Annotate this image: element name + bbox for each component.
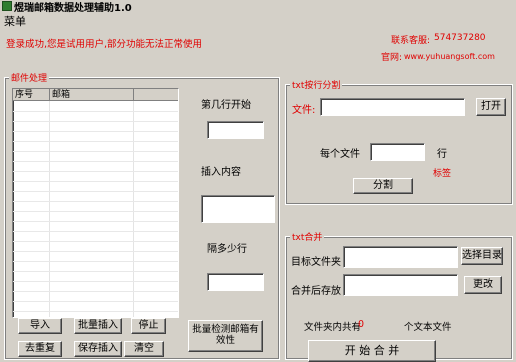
contact-qq: 574737280 bbox=[434, 33, 486, 43]
batch-detect-button[interactable]: 批量检测邮箱有效性 bbox=[188, 320, 263, 352]
mail-panel-title: 邮件处理 bbox=[9, 71, 50, 84]
tag-label: 标签 bbox=[433, 169, 452, 179]
folder-total-label: 文件夹内共有 bbox=[304, 322, 362, 333]
window-title: 煜瑞邮箱数据处理辅助1.0 bbox=[14, 3, 132, 14]
column-email[interactable]: 邮箱 bbox=[50, 89, 134, 100]
menu-main[interactable]: 菜单 bbox=[4, 13, 26, 29]
lines-unit-label: 行 bbox=[437, 149, 447, 160]
contact-label: 联系客服: bbox=[391, 36, 431, 46]
batch-insert-button[interactable]: 批量插入 bbox=[74, 318, 122, 334]
column-extra[interactable] bbox=[134, 89, 178, 100]
website-label: 官网: bbox=[381, 53, 403, 63]
target-folder-label: 目标文件夹 bbox=[291, 257, 341, 268]
text-files-label: 个文本文件 bbox=[404, 322, 452, 333]
merge-panel-title: txt合并 bbox=[290, 230, 325, 243]
target-folder-input[interactable] bbox=[343, 246, 458, 268]
dedupe-button[interactable]: 去重复 bbox=[18, 341, 62, 357]
insert-content-input[interactable] bbox=[201, 195, 275, 223]
stop-button[interactable]: 停止 bbox=[131, 318, 166, 334]
open-file-button[interactable]: 打开 bbox=[476, 98, 506, 116]
save-after-merge-label: 合并后存放 bbox=[291, 286, 341, 297]
insert-content-label: 插入内容 bbox=[201, 167, 241, 178]
app-icon bbox=[2, 1, 12, 11]
website-url[interactable]: www.yuhuangsoft.com bbox=[404, 52, 495, 61]
clear-button[interactable]: 清空 bbox=[124, 341, 164, 357]
each-file-label: 每个文件 bbox=[320, 149, 360, 160]
mail-list[interactable]: 序号 邮箱 bbox=[12, 88, 179, 318]
split-panel-title: txt按行分割 bbox=[290, 78, 343, 91]
save-insert-button[interactable]: 保存插入 bbox=[74, 341, 122, 357]
interval-label: 隔多少行 bbox=[207, 244, 247, 255]
start-line-label: 第几行开始 bbox=[201, 100, 251, 111]
folder-total-count: 0 bbox=[358, 319, 365, 330]
login-status-text: 登录成功,您是试用用户,部分功能无法正常使用 bbox=[6, 39, 203, 50]
start-line-input[interactable] bbox=[207, 121, 264, 139]
title-bar: 煜瑞邮箱数据处理辅助1.0 bbox=[0, 0, 516, 14]
file-path-input[interactable] bbox=[320, 98, 465, 116]
start-merge-button[interactable]: 开 始 合 并 bbox=[308, 340, 436, 362]
column-index[interactable]: 序号 bbox=[13, 89, 50, 100]
table-row[interactable] bbox=[13, 301, 178, 312]
choose-folder-button[interactable]: 选择目录 bbox=[461, 247, 503, 265]
lines-per-file-input[interactable] bbox=[370, 143, 425, 161]
file-label: 文件: bbox=[292, 105, 316, 116]
interval-input[interactable] bbox=[207, 273, 264, 291]
import-button[interactable]: 导入 bbox=[18, 318, 62, 334]
change-save-folder-button[interactable]: 更改 bbox=[464, 276, 502, 294]
save-after-merge-input[interactable] bbox=[343, 274, 458, 296]
mail-list-header: 序号 邮箱 bbox=[13, 89, 178, 101]
split-button[interactable]: 分割 bbox=[353, 178, 413, 194]
